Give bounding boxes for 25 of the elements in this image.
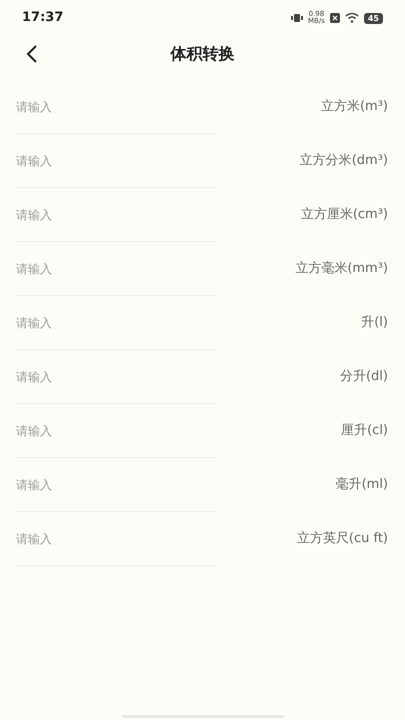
value-input[interactable]: 请输入 <box>16 404 216 458</box>
value-input[interactable]: 请输入 <box>16 188 216 242</box>
unit-label: 立方分米(dm³) <box>300 152 388 170</box>
unit-label: 立方米(m³) <box>320 98 388 116</box>
unit-label: 立方英尺(cu ft) <box>296 530 388 548</box>
value-input[interactable]: 请输入 <box>16 80 216 134</box>
value-input[interactable]: 请输入 <box>16 134 216 188</box>
value-input[interactable]: 请输入 <box>16 350 216 404</box>
vibrate-icon <box>291 13 303 23</box>
value-input[interactable]: 请输入 <box>16 458 216 512</box>
value-input[interactable]: 请输入 <box>16 242 216 296</box>
unit-label: 立方厘米(cm³) <box>300 206 388 224</box>
unit-label: 升(l) <box>361 314 388 332</box>
page-title: 体积转换 <box>170 43 234 65</box>
back-icon <box>26 45 38 63</box>
unit-label: 立方毫米(mm³) <box>295 260 388 278</box>
unit-label: 分升(dl) <box>340 368 388 386</box>
value-input[interactable]: 请输入 <box>16 296 216 350</box>
unit-label: 毫升(ml) <box>336 476 388 494</box>
battery-indicator: 45 <box>364 12 383 24</box>
wifi-icon <box>344 13 359 23</box>
status-time: 17:37 <box>22 9 64 28</box>
sim-icon <box>330 13 340 23</box>
unit-label: 厘升(cl) <box>341 422 388 440</box>
value-input[interactable]: 请输入 <box>16 512 216 566</box>
